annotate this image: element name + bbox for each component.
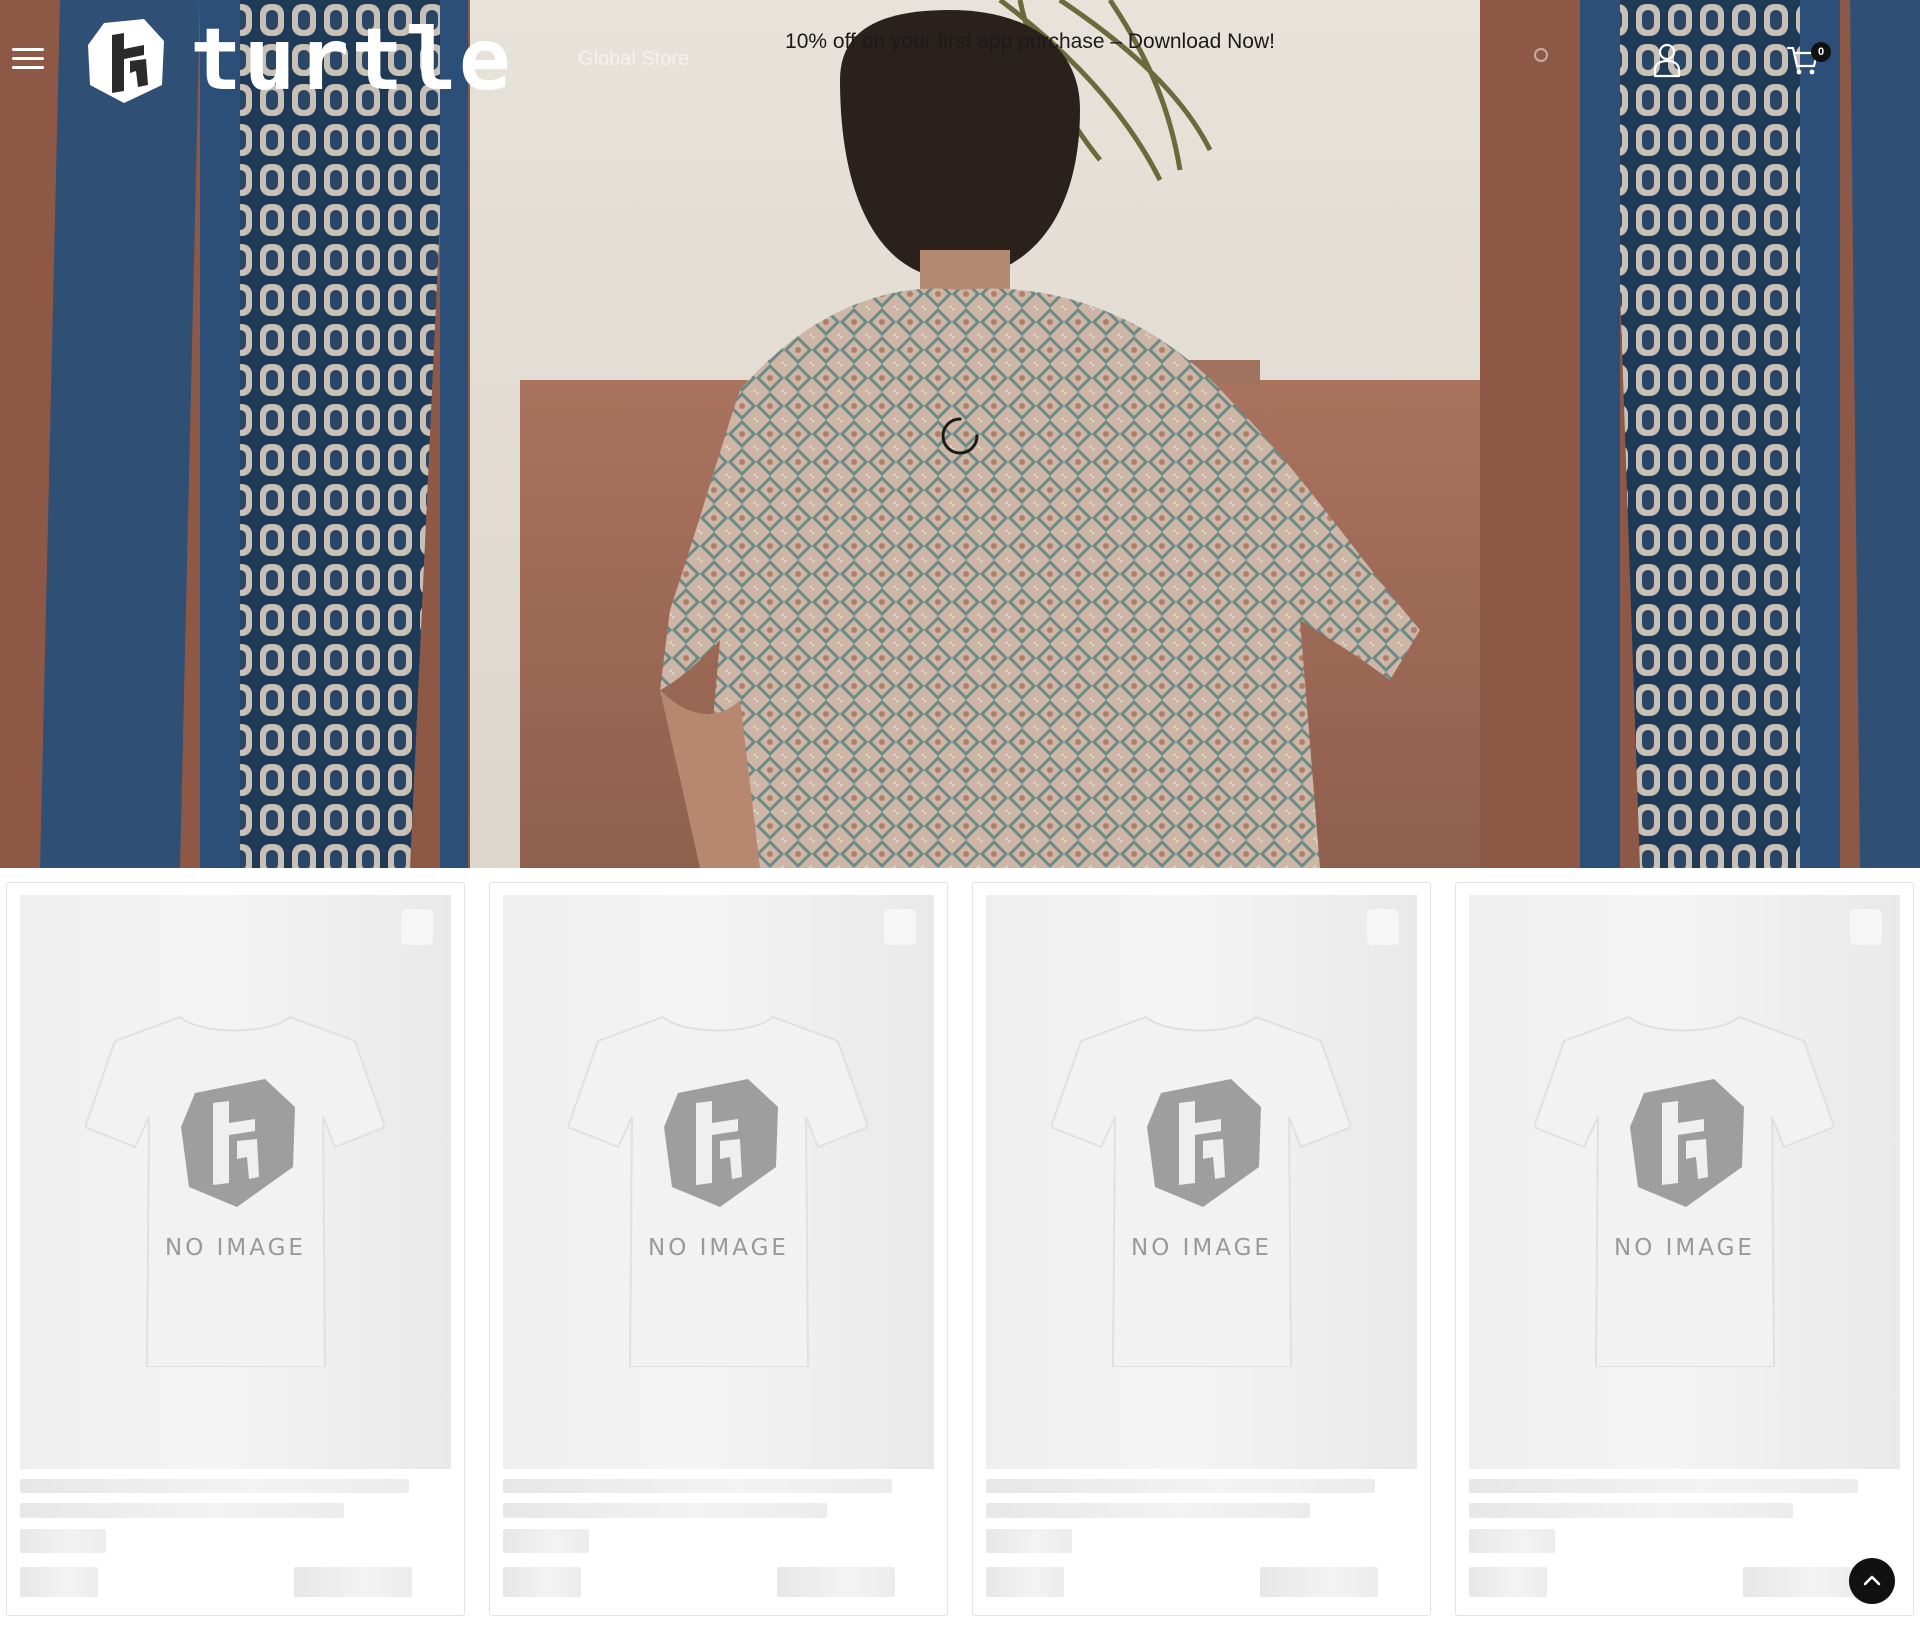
back-to-top-button[interactable]: [1849, 1558, 1895, 1604]
turtle-logo[interactable]: turtle: [84, 10, 514, 110]
subtitle-skeleton: [986, 1503, 1310, 1518]
size-skeleton: [20, 1567, 98, 1597]
chevron-up-icon: [1863, 1575, 1881, 1586]
tshirt-placeholder-icon: [85, 1015, 385, 1367]
turtle-logo-mark-icon: [88, 19, 164, 103]
product-image-placeholder[interactable]: NO IMAGE: [986, 895, 1417, 1469]
loading-spinner-icon: [941, 417, 979, 455]
title-skeleton: [986, 1479, 1375, 1493]
product-image-placeholder[interactable]: NO IMAGE: [20, 895, 451, 1469]
tshirt-placeholder-icon: [1051, 1015, 1351, 1367]
tshirt-placeholder-icon: [568, 1015, 868, 1367]
price-skeleton: [20, 1529, 106, 1553]
button-skeleton: [1743, 1567, 1861, 1597]
subtitle-skeleton: [503, 1503, 827, 1518]
subtitle-skeleton: [20, 1503, 344, 1518]
button-skeleton: [1260, 1567, 1378, 1597]
title-skeleton: [1469, 1479, 1858, 1493]
price-skeleton: [503, 1529, 589, 1553]
product-card[interactable]: NO IMAGE: [489, 882, 948, 1616]
logo-wordmark: turtle: [190, 10, 513, 110]
hamburger-menu-button[interactable]: [12, 46, 44, 72]
global-store-link[interactable]: Global Store: [578, 48, 689, 71]
wishlist-button[interactable]: [401, 909, 433, 945]
hero-video-banner[interactable]: [0, 0, 1920, 868]
size-skeleton: [1469, 1567, 1547, 1597]
hamburger-line: [12, 48, 44, 51]
site-header: turtle Global Store 10% off on your firs…: [0, 0, 1920, 120]
subtitle-skeleton: [1469, 1503, 1793, 1518]
product-card[interactable]: NO IMAGE: [1455, 882, 1914, 1616]
title-skeleton: [20, 1479, 409, 1493]
button-skeleton: [294, 1567, 412, 1597]
hamburger-line: [12, 57, 44, 60]
hamburger-line: [12, 66, 44, 69]
cart-count-badge: 0: [1811, 42, 1831, 62]
announcement-bar-text[interactable]: 10% off on your first app purchase – Dow…: [700, 30, 1360, 54]
button-skeleton: [777, 1567, 895, 1597]
search-icon[interactable]: [1534, 48, 1548, 62]
no-image-label: NO IMAGE: [1614, 1235, 1755, 1261]
product-card[interactable]: NO IMAGE: [6, 882, 465, 1616]
user-icon[interactable]: [1652, 42, 1682, 78]
no-image-label: NO IMAGE: [1131, 1235, 1272, 1261]
wishlist-button[interactable]: [1367, 909, 1399, 945]
price-skeleton: [1469, 1529, 1555, 1553]
tshirt-placeholder-icon: [1534, 1015, 1834, 1367]
wishlist-button[interactable]: [884, 909, 916, 945]
price-skeleton: [986, 1529, 1072, 1553]
size-skeleton: [503, 1567, 581, 1597]
title-skeleton: [503, 1479, 892, 1493]
product-image-placeholder[interactable]: NO IMAGE: [1469, 895, 1900, 1469]
product-card[interactable]: NO IMAGE: [972, 882, 1431, 1616]
no-image-label: NO IMAGE: [648, 1235, 789, 1261]
wishlist-button[interactable]: [1850, 909, 1882, 945]
no-image-label: NO IMAGE: [165, 1235, 306, 1261]
product-image-placeholder[interactable]: NO IMAGE: [503, 895, 934, 1469]
size-skeleton: [986, 1567, 1064, 1597]
